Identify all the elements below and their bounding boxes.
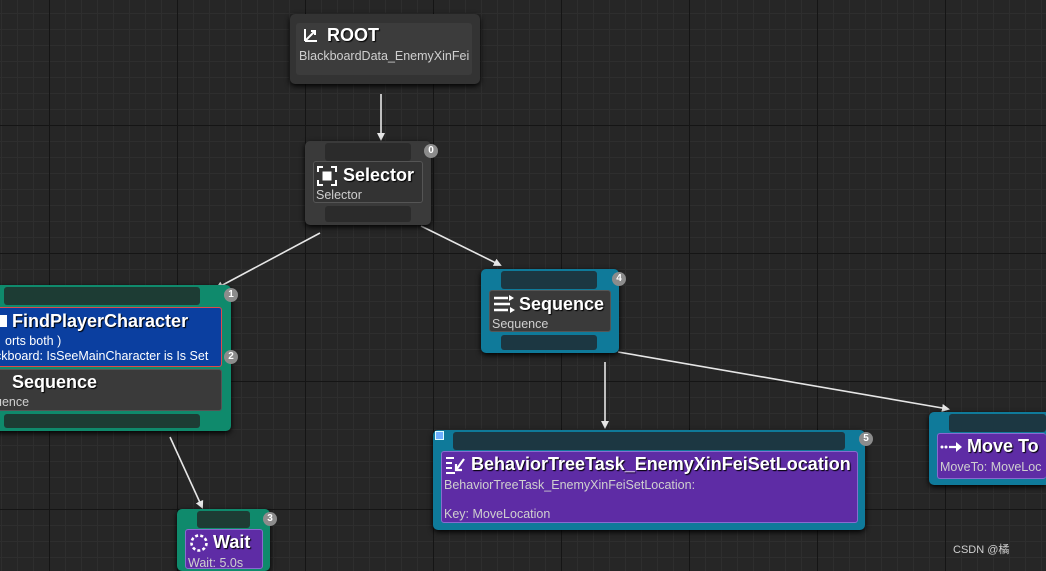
find-sequence-input-pin [4,287,200,305]
decorator-line-1: orts both ) [5,334,62,348]
wire-find-wait [169,436,204,509]
sequence-title: Sequence [519,294,605,314]
sequence-input-pin [501,271,597,289]
find-sequence-title: Sequence [12,372,98,392]
sequence-icon [494,295,515,313]
wait-title: Wait [213,532,251,552]
task-icon [446,457,465,474]
task-input-pin [453,432,845,450]
moveto-node[interactable]: Move To MoveTo: MoveLoc [929,412,1046,485]
root-subtitle: BlackboardData_EnemyXinFei [299,49,470,63]
wait-node[interactable]: Wait Wait: 5.0s [177,509,270,571]
decorator-title: FindPlayerCharacter [12,311,189,331]
task-node[interactable]: BehaviorTreeTask_EnemyXinFeiSetLocation … [433,430,865,530]
csdn-watermark: CSDN @橘 [953,544,1010,556]
behavior-tree-graph[interactable]: ROOT BlackboardData_EnemyXinFei Selector… [0,0,1046,571]
find-sequence-index-badge: 1 [224,288,238,302]
sequence-subtitle: Sequence [492,317,549,331]
wait-subtitle: Wait: 5.0s [188,556,244,569]
task-line-2: Key: MoveLocation [444,507,551,521]
sequence-card: Sequence Sequence [489,290,611,332]
task-line-1: BehaviorTreeTask_EnemyXinFeiSetLocation: [444,478,696,492]
selector-node[interactable]: Selector Selector [305,141,431,225]
root-title: ROOT [327,25,379,45]
find-sequence-output-pin [4,414,200,428]
moveto-subtitle: MoveTo: MoveLoc [940,460,1042,474]
task-card: BehaviorTreeTask_EnemyXinFeiSetLocation … [441,451,858,523]
wire-selector-find [215,232,321,289]
find-player-decorator[interactable]: FindPlayerCharacter orts both ) ckboard:… [0,307,222,367]
moveto-card: Move To MoveTo: MoveLoc [937,433,1046,479]
root-icon [304,29,317,42]
decorator-icon [0,315,7,327]
selector-output-pin [325,206,411,222]
wait-input-pin [197,511,250,528]
breakpoint-icon [435,431,444,440]
moveto-title: Move To [967,436,1039,456]
root-node[interactable]: ROOT BlackboardData_EnemyXinFei [290,14,480,84]
task-index-badge: 5 [859,432,873,446]
selector-subtitle: Selector [316,188,362,202]
moveto-icon [940,442,962,452]
sequence-node[interactable]: Sequence Sequence [481,269,619,353]
selector-input-pin [325,143,411,161]
selector-index-badge: 0 [424,144,438,158]
wait-index-badge: 3 [263,512,277,526]
moveto-input-pin [949,414,1046,432]
task-title: BehaviorTreeTask_EnemyXinFeiSetLocation [471,454,851,474]
find-sequence-subtitle: uence [0,395,30,409]
sequence-index-badge: 4 [612,272,626,286]
wait-icon [190,534,208,552]
sequence-output-pin [501,335,597,350]
selector-card: Selector Selector [313,161,423,203]
find-sequence-node[interactable]: FindPlayerCharacter orts both ) ckboard:… [0,285,231,431]
decorator-line-2: ckboard: IsSeeMainCharacter is Is Set [0,349,209,363]
wait-card: Wait Wait: 5.0s [185,529,263,569]
wire-selector-sequence [420,225,502,266]
find-sequence-card: Sequence uence [0,369,222,411]
selector-title: Selector [343,165,415,185]
selector-icon [317,166,337,186]
wire-sequence-moveto [617,351,950,412]
decorator-index-badge: 2 [224,350,238,364]
